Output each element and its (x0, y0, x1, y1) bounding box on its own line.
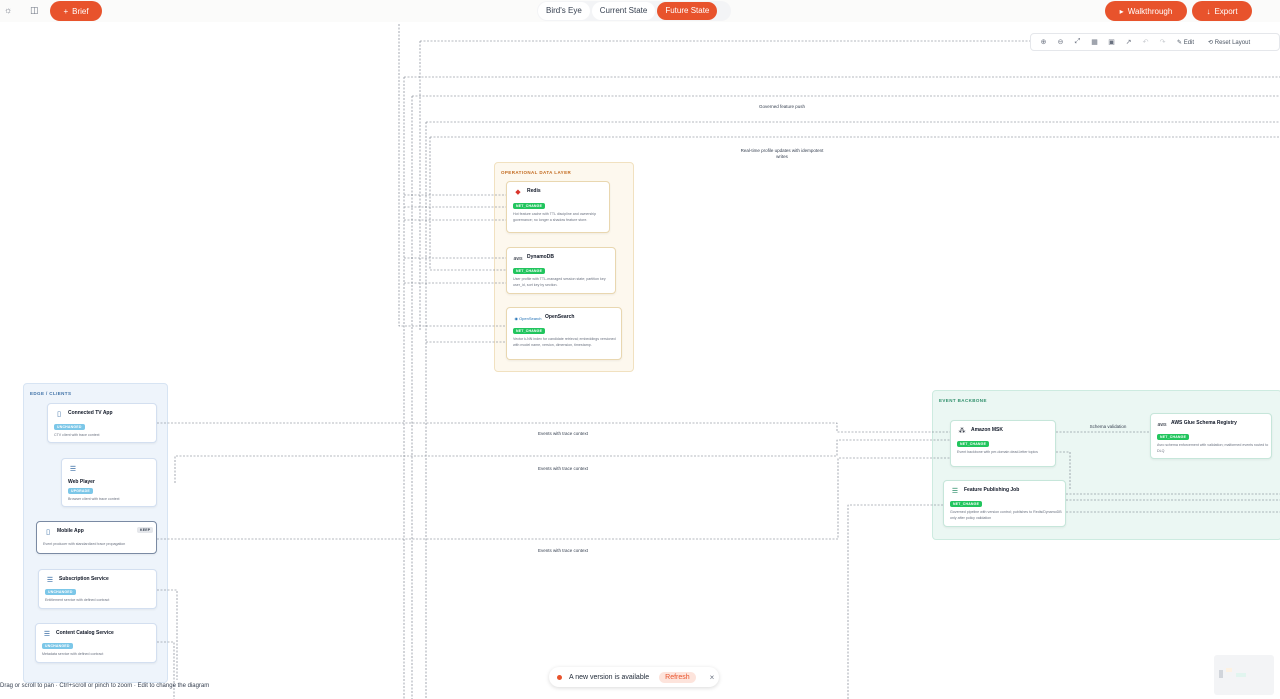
node-title: Amazon MSK (971, 427, 1003, 433)
opensearch-icon: ◉ OpenSearch (514, 316, 542, 321)
edge-label-realtime-updates: Real-time profile updates with idempoten… (740, 148, 824, 159)
node-opensearch[interactable]: ◉ OpenSearch OpenSearch NET_CHANGE Vecto… (506, 307, 622, 360)
minimap[interactable] (1214, 655, 1274, 695)
node-description: Entitlement service with defined contrac… (45, 598, 110, 602)
update-toast: A new version is available Refresh × (549, 667, 719, 687)
node-connected-tv-app[interactable]: ▯ Connected TV App UNCHANGED CTV client … (47, 403, 157, 443)
node-description: Event producer with standardized trace p… (43, 542, 126, 546)
status-badge: NET_CHANGE (950, 501, 983, 507)
minimap-region (1236, 673, 1246, 677)
node-description: Vector k-NN index for candidate retrieva… (513, 337, 616, 347)
server-icon: ☰ (43, 631, 51, 638)
redis-icon: ◆ (515, 189, 521, 196)
node-description: Avro schema enforcement with validation;… (1157, 443, 1269, 453)
edge-layer (157, 24, 1280, 699)
edge-label-events-trace: Events with trace context (537, 431, 589, 436)
alert-dot-icon (557, 674, 562, 680)
edge-line (429, 137, 506, 271)
node-title: Mobile App (57, 528, 84, 534)
node-description: Hot feature cache with TTL discipline an… (513, 212, 597, 222)
edge-label-events-trace: Events with trace context (537, 548, 589, 553)
node-description: User profile with TTL-managed session st… (513, 277, 606, 287)
close-icon[interactable]: × (710, 673, 715, 682)
node-content-catalog-service[interactable]: ☰ Content Catalog Service UNCHANGED Meta… (35, 623, 157, 663)
edge-label-governed-push: Governed feature push (758, 104, 806, 109)
edge-line (157, 641, 175, 699)
status-badge: NET_CHANGE (513, 328, 546, 334)
status-badge: UNCHANGED (42, 643, 73, 649)
status-badge: NET_CHANGE (513, 203, 546, 209)
node-title: Feature Publishing Job (964, 487, 1020, 493)
node-amazon-msk[interactable]: ⁂ Amazon MSK NET_CHANGE Event backbone w… (950, 420, 1056, 467)
status-badge: KEEP (137, 527, 154, 533)
node-description: Governed pipeline with version control; … (950, 510, 1062, 520)
node-dynamodb[interactable]: aws DynamoDB NET_CHANGE User profile wit… (506, 247, 616, 294)
node-title: Connected TV App (68, 410, 113, 416)
edge-line (398, 24, 506, 327)
server-icon: ☰ (69, 466, 77, 473)
node-title: Content Catalog Service (56, 630, 114, 636)
status-badge: UPGRADE (68, 488, 93, 494)
edge-label-schema-validation: Schema validation (1089, 424, 1127, 429)
node-title: OpenSearch (545, 314, 575, 320)
minimap-region (1219, 670, 1223, 678)
node-title: Redis (527, 188, 541, 194)
node-mobile-app[interactable]: ▯ Mobile App KEEP Event producer with st… (36, 521, 157, 554)
server-icon: ☰ (951, 488, 959, 495)
node-subscription-service[interactable]: ☰ Subscription Service UNCHANGED Entitle… (38, 569, 157, 609)
node-title: DynamoDB (527, 254, 554, 260)
minimap-region (1226, 668, 1232, 672)
node-description: Metadata service with defined contract (42, 652, 104, 656)
node-feature-publishing-job[interactable]: ☰ Feature Publishing Job NET_CHANGE Gove… (943, 480, 1066, 527)
edge-line (157, 589, 178, 680)
edge-line (174, 439, 950, 483)
kafka-icon: ⁂ (958, 428, 966, 435)
aws-icon: aws (1157, 422, 1167, 428)
tv-icon: ▯ (57, 411, 61, 418)
status-badge: UNCHANGED (45, 589, 76, 595)
status-badge: NET_CHANGE (1157, 434, 1190, 440)
node-description: Browser client with trace context (68, 497, 120, 501)
toast-message: A new version is available (569, 673, 650, 681)
node-web-player[interactable]: ☰ Web Player UPGRADE Browser client with… (61, 458, 157, 507)
mobile-icon: ▯ (46, 529, 50, 536)
canvas-hint: Drag or scroll to pan · Ctrl+scroll or p… (0, 683, 210, 689)
node-description: CTV client with trace context (54, 433, 100, 437)
node-redis[interactable]: ◆ Redis NET_CHANGE Hot feature cache wit… (506, 181, 610, 233)
node-title: Subscription Service (59, 576, 109, 582)
edge-line (847, 504, 943, 699)
node-title: AWS Glue Schema Registry (1171, 420, 1237, 426)
edge-label-events-trace: Events with trace context (537, 466, 589, 471)
status-badge: NET_CHANGE (957, 441, 990, 447)
status-badge: UNCHANGED (54, 424, 85, 430)
status-badge: NET_CHANGE (513, 268, 546, 274)
node-title: Web Player (68, 479, 95, 485)
refresh-button[interactable]: Refresh (659, 671, 696, 683)
aws-icon: aws (513, 256, 523, 262)
node-glue-schema-registry[interactable]: aws AWS Glue Schema Registry NET_CHANGE … (1150, 413, 1272, 459)
node-description: Event backbone with per-domain dead-lett… (957, 450, 1038, 454)
server-icon: ☰ (46, 577, 54, 584)
